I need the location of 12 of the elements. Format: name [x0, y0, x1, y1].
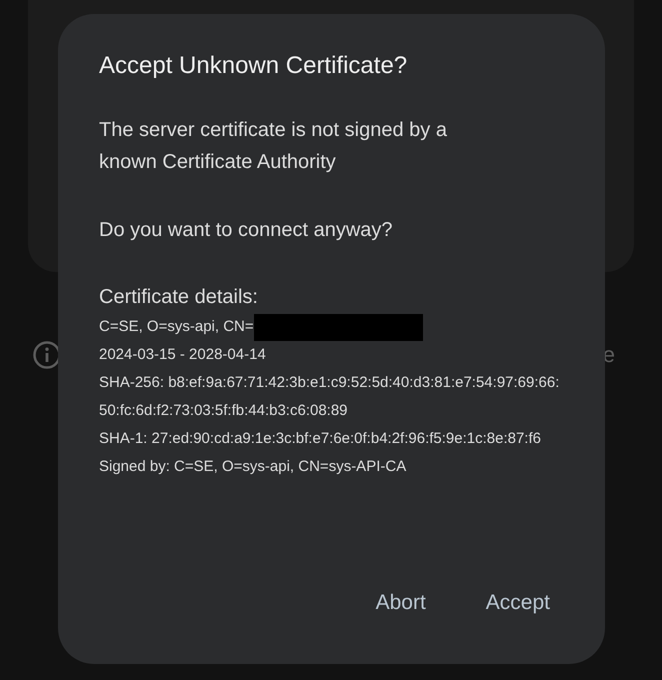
dialog-button[interactable]: Abort: [360, 580, 442, 624]
dialog-message: The server certificate is not signed by a known Certificate Authority: [99, 118, 448, 175]
certificate-detail: SHA-256: b8:ef:9a:67:71:42:3b:e1:c9:52:5d:40:d3:81:e7:54:97:69:66:50:fc:6d:f2:73:03:5f:fb:44:b3:c6:08:89: [99, 373, 560, 421]
details-heading: Certificate details:: [99, 285, 259, 310]
certificate-detail: Signed by: C=SE, O=sys-api, CN=sys-API-CA: [99, 457, 406, 477]
info-icon: [33, 340, 61, 368]
certificate-detail: 2024-03-15 - 2028-04-14: [99, 345, 266, 365]
dialog-button[interactable]: Accept: [470, 580, 566, 624]
certificate-detail: C=SE, O=sys-api, CN=: [99, 317, 254, 337]
certificate-detail: SHA-1: 27:ed:90:cd:a9:1e:3c:bf:e7:6e:0f:b4:2f:96:f5:9e:1c:8e:87:f6: [99, 429, 541, 449]
dialog-title: Accept Unknown Certificate?: [99, 51, 408, 81]
dialog-question: Do you want to connect anyway?: [99, 218, 394, 243]
